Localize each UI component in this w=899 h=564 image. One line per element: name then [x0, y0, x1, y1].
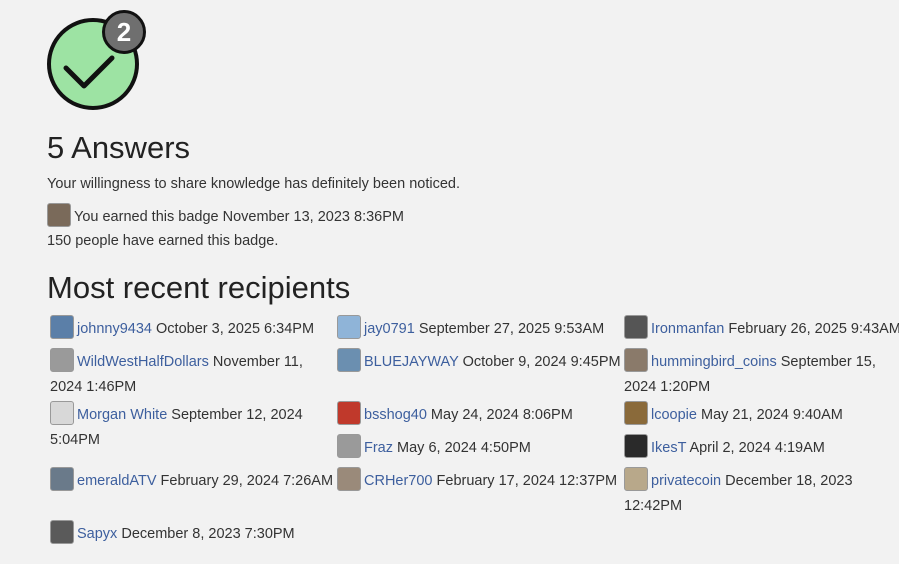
recipient-item: Morgan White September 12, 2024 5:04PM — [50, 401, 320, 453]
recipient-name[interactable]: IkesT — [651, 440, 686, 456]
avatar[interactable] — [624, 434, 648, 459]
avatar[interactable] — [337, 348, 361, 373]
avatar[interactable] — [624, 315, 648, 340]
avatar[interactable] — [47, 203, 71, 227]
avatar[interactable] — [50, 520, 74, 545]
recipient-item: CRHer700 February 17, 2024 12:37PM — [337, 467, 622, 494]
recipient-item: Fraz May 6, 2024 4:50PM — [337, 434, 622, 461]
recipient-name[interactable]: Fraz — [364, 440, 393, 456]
recipient-name[interactable]: Morgan White — [77, 407, 167, 423]
recipient-item: bsshog40 May 24, 2024 8:06PM — [337, 401, 622, 428]
badge-title: 5 Answers — [47, 130, 191, 165]
recipient-date: May 21, 2024 9:40AM — [700, 407, 843, 423]
recipient-date: October 9, 2024 9:45PM — [462, 354, 621, 370]
recipient-date: September 27, 2025 9:53AM — [418, 321, 605, 337]
recipient-item: emeraldATV February 29, 2024 7:26AM — [50, 467, 335, 494]
badge-icon: 2 — [46, 10, 146, 112]
recipient-name[interactable]: Sapyx — [77, 526, 117, 542]
earned-count: 150 people have earned this badge. — [47, 233, 279, 249]
recipient-item: lcoopie May 21, 2024 9:40AM — [624, 401, 894, 428]
recipient-item: Ironmanfan February 26, 2025 9:43AM — [624, 315, 899, 342]
recipient-date: February 29, 2024 7:26AM — [160, 473, 334, 489]
avatar[interactable] — [337, 401, 361, 426]
earned-text: You earned this badge November 13, 2023 … — [74, 209, 404, 225]
recipients-heading: Most recent recipients — [47, 270, 351, 305]
recipient-date: February 26, 2025 9:43AM — [728, 321, 899, 337]
recipient-item: jay0791 September 27, 2025 9:53AM — [337, 315, 622, 342]
avatar[interactable] — [624, 401, 648, 426]
recipient-name[interactable]: johnny9434 — [77, 321, 152, 337]
avatar[interactable] — [624, 467, 648, 492]
recipient-date: October 3, 2025 6:34PM — [156, 321, 315, 337]
recipient-date: February 17, 2024 12:37PM — [436, 473, 618, 489]
recipient-name[interactable]: jay0791 — [364, 321, 415, 337]
recipient-name[interactable]: BLUEJAYWAY — [364, 354, 459, 370]
recipient-name[interactable]: bsshog40 — [364, 407, 427, 423]
recipient-date: December 8, 2023 7:30PM — [121, 526, 295, 542]
recipient-item: Sapyx December 8, 2023 7:30PM — [50, 520, 335, 547]
recipient-date: May 6, 2024 4:50PM — [397, 440, 531, 456]
recipient-name[interactable]: privatecoin — [651, 473, 721, 489]
badge-description: Your willingness to share knowledge has … — [47, 176, 460, 192]
recipient-date: May 24, 2024 8:06PM — [430, 407, 573, 423]
recipient-name[interactable]: emeraldATV — [77, 473, 157, 489]
badge-count: 2 — [102, 10, 146, 54]
avatar[interactable] — [624, 348, 648, 373]
avatar[interactable] — [337, 467, 361, 492]
recipient-item: hummingbird_coins September 15, 2024 1:2… — [624, 348, 894, 400]
avatar[interactable] — [50, 348, 74, 373]
recipient-item: BLUEJAYWAY October 9, 2024 9:45PM — [337, 348, 622, 375]
recipient-item: IkesT April 2, 2024 4:19AM — [624, 434, 894, 461]
recipient-name[interactable]: lcoopie — [651, 407, 697, 423]
earned-info: You earned this badge November 13, 2023 … — [47, 203, 404, 229]
avatar[interactable] — [50, 315, 74, 340]
recipient-name[interactable]: hummingbird_coins — [651, 354, 777, 370]
avatar[interactable] — [337, 434, 361, 459]
avatar[interactable] — [50, 401, 74, 426]
recipient-date: April 2, 2024 4:19AM — [689, 440, 825, 456]
recipient-name[interactable]: WildWestHalfDollars — [77, 354, 209, 370]
recipient-name[interactable]: Ironmanfan — [651, 321, 724, 337]
recipient-item: johnny9434 October 3, 2025 6:34PM — [50, 315, 335, 342]
avatar[interactable] — [50, 467, 74, 492]
recipient-item: WildWestHalfDollars November 11, 2024 1:… — [50, 348, 320, 400]
recipient-name[interactable]: CRHer700 — [364, 473, 433, 489]
avatar[interactable] — [337, 315, 361, 340]
recipient-item: privatecoin December 18, 2023 12:42PM — [624, 467, 874, 519]
